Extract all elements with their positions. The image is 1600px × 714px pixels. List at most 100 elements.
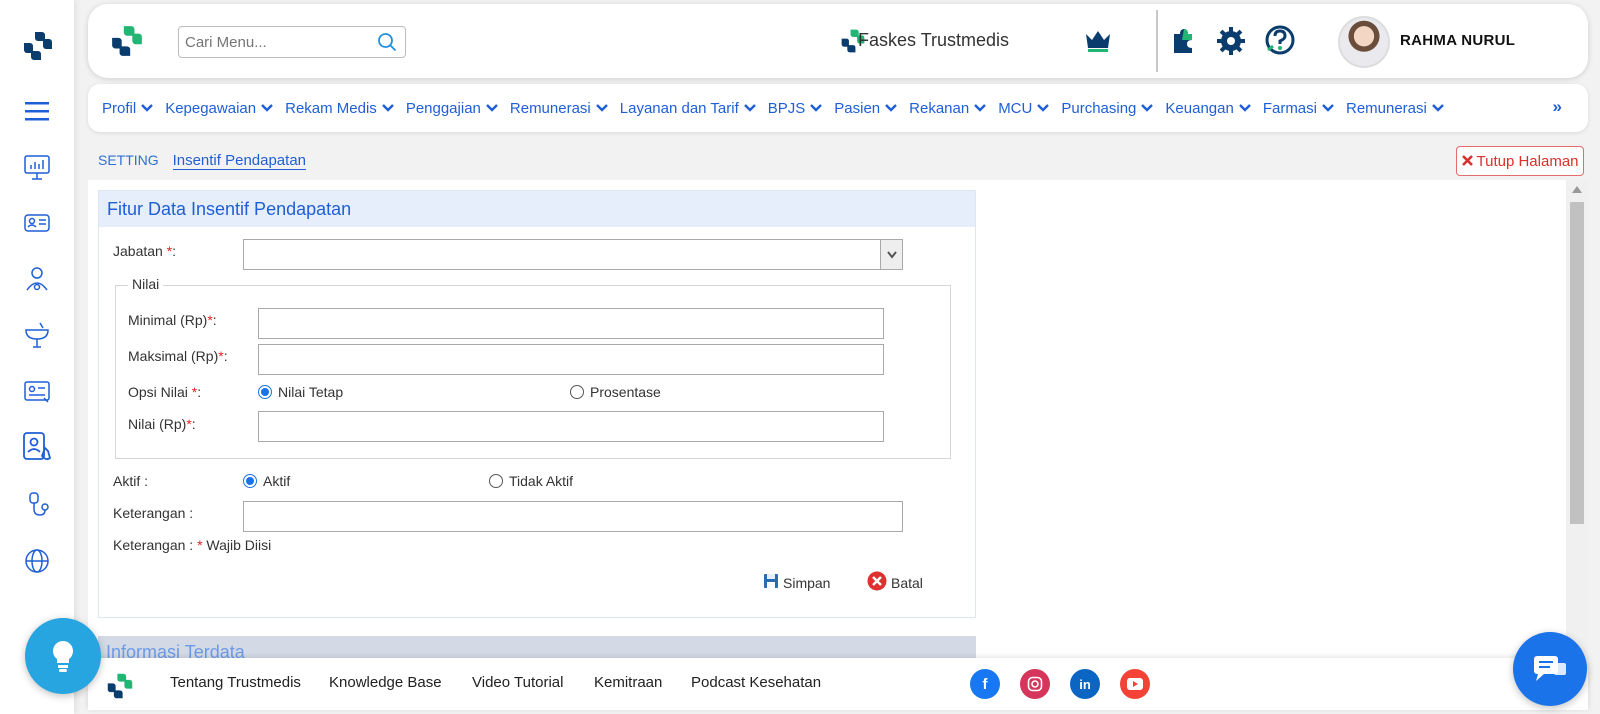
chat-support-icon[interactable] xyxy=(1513,632,1587,706)
menu-layanan-dan-tarif[interactable]: Layanan dan Tarif xyxy=(620,100,756,117)
chevron-down-icon xyxy=(1141,100,1154,117)
minimal-input-box xyxy=(258,308,884,339)
nilai-rp-label: Nilai (Rp)*: xyxy=(128,416,196,432)
patient-user-icon[interactable] xyxy=(20,262,54,296)
chevron-down-icon xyxy=(974,100,987,117)
app-logo-icon[interactable] xyxy=(22,30,54,67)
menu-profil[interactable]: Profil xyxy=(102,100,154,117)
footer-link-video-tutorial[interactable]: Video Tutorial xyxy=(472,674,563,691)
jabatan-select-value[interactable] xyxy=(244,240,902,269)
menu-label: Penggajian xyxy=(405,99,481,117)
help-question-icon[interactable] xyxy=(1264,24,1296,61)
opsi-nilai-label: Opsi Nilai *: xyxy=(128,384,202,400)
chevron-down-icon xyxy=(486,100,498,117)
menu-keuangan[interactable]: Keuangan xyxy=(1165,100,1251,117)
chevron-down-icon xyxy=(1238,100,1251,117)
menu-rekam-medis[interactable]: Rekam Medis xyxy=(285,100,394,117)
nilai-input[interactable] xyxy=(259,412,883,441)
search-icon[interactable] xyxy=(377,32,397,57)
menu-label: BPJS xyxy=(767,99,806,117)
floppy-disk-icon xyxy=(763,573,779,592)
menu-label: Purchasing xyxy=(1061,99,1137,117)
footer-link-kemitraan[interactable]: Kemitraan xyxy=(594,674,662,691)
radio-empty-icon xyxy=(489,474,503,488)
menu-kepegawaian[interactable]: Kepegawaian xyxy=(165,100,273,117)
globe-health-icon[interactable] xyxy=(20,544,54,578)
cancel-label: Batal xyxy=(891,574,923,591)
radio-aktif[interactable]: Aktif xyxy=(243,473,290,489)
menu-bpjs[interactable]: BPJS xyxy=(768,100,823,117)
menu-pasien[interactable]: Pasien xyxy=(834,100,897,117)
user-name[interactable]: RAHMA NURUL xyxy=(1400,32,1515,49)
maksimal-input[interactable] xyxy=(259,345,883,374)
chevron-down-icon xyxy=(885,100,897,117)
radio-tidak-aktif[interactable]: Tidak Aktif xyxy=(489,473,573,489)
lightbulb-tips-icon[interactable] xyxy=(25,618,101,694)
menu-remunerasi[interactable]: Remunerasi xyxy=(510,100,608,117)
footer-link-knowledge-base[interactable]: Knowledge Base xyxy=(329,674,442,691)
cancel-x-icon xyxy=(867,571,887,594)
crown-icon[interactable] xyxy=(1084,28,1112,59)
footer-logo-icon[interactable] xyxy=(106,672,134,705)
menu-farmasi[interactable]: Farmasi xyxy=(1263,100,1334,117)
keterangan-input[interactable] xyxy=(244,502,902,531)
save-label: Simpan xyxy=(783,574,831,591)
menu-rekanan[interactable]: Rekanan xyxy=(909,99,987,117)
gear-settings-icon[interactable] xyxy=(1216,26,1246,61)
linkedin-icon[interactable]: in xyxy=(1070,669,1100,699)
footer-link-tentang[interactable]: Tentang Trustmedis xyxy=(170,674,301,691)
menu-mcu[interactable]: MCU xyxy=(998,100,1050,117)
menu-search-input[interactable] xyxy=(179,27,369,57)
menu-penggajian[interactable]: Penggajian xyxy=(406,100,498,117)
id-card-icon[interactable] xyxy=(20,206,54,240)
chevron-down-icon xyxy=(141,100,154,117)
nilai-legend: Nilai xyxy=(128,276,164,292)
menu-label: Remunerasi xyxy=(1345,99,1427,117)
menu-purchasing[interactable]: Purchasing xyxy=(1061,99,1154,117)
close-page-button[interactable]: Tutup Halaman xyxy=(1456,146,1584,176)
footer-link-podcast[interactable]: Podcast Kesehatan xyxy=(691,674,821,691)
medical-record-icon[interactable] xyxy=(20,374,54,408)
dashboard-chart-icon[interactable] xyxy=(20,150,54,184)
menu-remunerasi-2[interactable]: Remunerasi xyxy=(1346,100,1444,117)
nilai-input-box xyxy=(258,411,884,442)
hamburger-menu-icon[interactable] xyxy=(20,94,54,128)
form-title: Fitur Data Insentif Pendapatan xyxy=(99,191,975,227)
breadcrumb-section[interactable]: SETTING xyxy=(98,152,159,168)
chevron-down-icon xyxy=(743,100,756,117)
radio-selected-icon xyxy=(258,385,272,399)
breadcrumb: SETTING Insentif Pendapatan xyxy=(98,152,307,170)
scrollbar-thumb[interactable] xyxy=(1570,202,1584,524)
chevron-down-icon xyxy=(1322,100,1334,117)
menu-search xyxy=(178,26,406,58)
menu-more-button[interactable]: » xyxy=(1553,97,1562,117)
radio-prosentase[interactable]: Prosentase xyxy=(570,384,661,400)
nilai-fieldset: Nilai Minimal (Rp)*: Maksimal (Rp)*: Ops… xyxy=(115,276,951,459)
cancel-button[interactable]: Batal xyxy=(867,571,923,594)
chevron-down-icon xyxy=(595,100,608,117)
keterangan-input-box xyxy=(243,501,903,532)
instagram-icon[interactable] xyxy=(1020,669,1050,699)
radio-nilai-tetap[interactable]: Nilai Tetap xyxy=(258,384,343,400)
jabatan-label: Jabatan *: xyxy=(113,243,177,259)
scroll-up-arrow-icon[interactable] xyxy=(1572,186,1582,193)
brand-logo-icon[interactable] xyxy=(110,24,144,63)
save-button[interactable]: Simpan xyxy=(763,573,830,592)
facebook-icon[interactable]: f xyxy=(970,669,1000,699)
youtube-icon[interactable] xyxy=(1120,669,1150,699)
keterangan-label: Keterangan : xyxy=(113,505,194,521)
menu-label: Rekanan xyxy=(909,99,970,117)
chevron-down-icon[interactable] xyxy=(880,240,902,269)
pharmacy-bowl-icon[interactable] xyxy=(20,318,54,352)
jabatan-select[interactable] xyxy=(243,239,903,270)
puzzle-icon[interactable] xyxy=(1168,26,1198,61)
stethoscope-icon[interactable] xyxy=(20,488,54,522)
minimal-input[interactable] xyxy=(259,309,883,338)
vertical-scrollbar[interactable] xyxy=(1566,180,1588,660)
user-avatar[interactable] xyxy=(1338,16,1390,68)
footer-bar: Tentang Trustmedis Knowledge Base Video … xyxy=(88,658,1588,710)
insentif-form: Fitur Data Insentif Pendapatan Jabatan *… xyxy=(98,190,976,618)
staff-settings-icon[interactable] xyxy=(20,430,54,464)
main-menu-bar: Profil Kepegawaian Rekam Medis Penggajia… xyxy=(88,84,1588,132)
breadcrumb-current-page[interactable]: Insentif Pendapatan xyxy=(172,152,307,170)
